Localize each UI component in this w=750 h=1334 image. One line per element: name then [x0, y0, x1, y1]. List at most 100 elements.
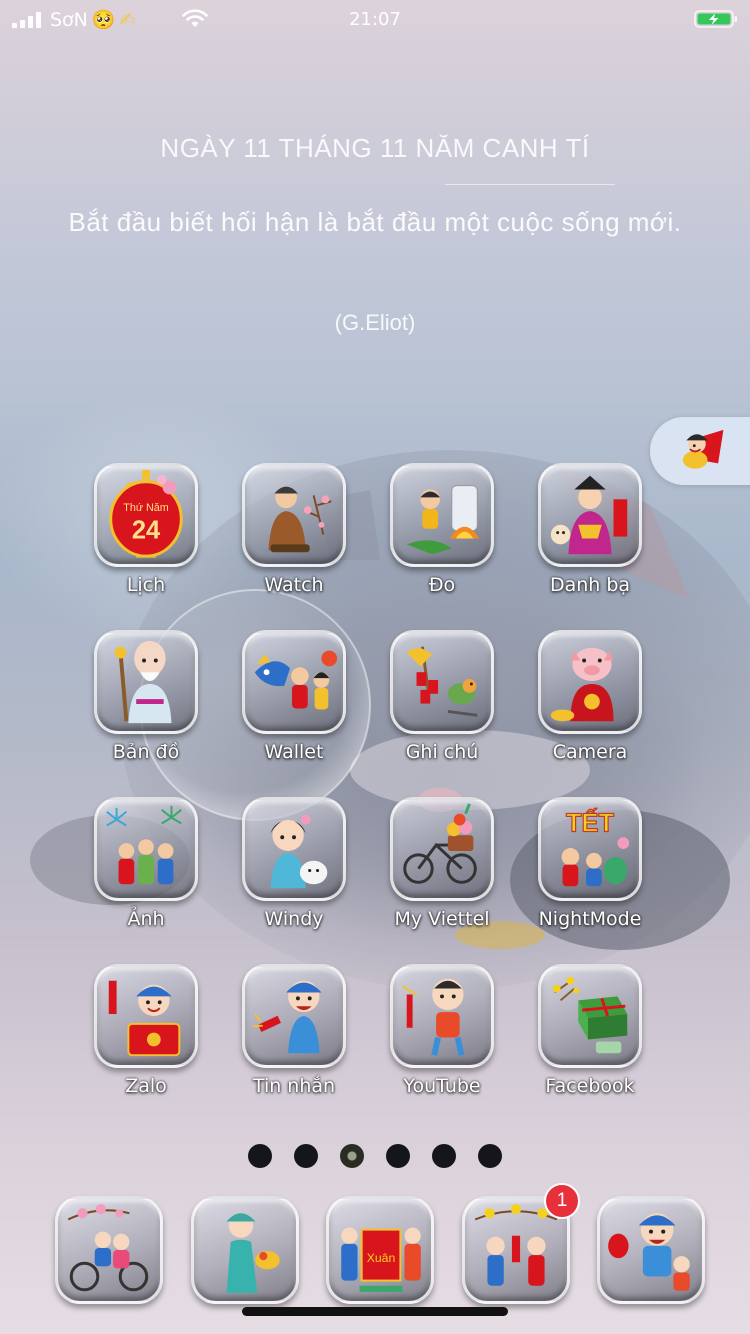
app-label: Facebook: [545, 1075, 635, 1097]
app-tile[interactable]: [390, 964, 494, 1068]
app-ban-do[interactable]: Bản đồ: [72, 630, 220, 797]
svg-text:TẾT: TẾT: [566, 808, 615, 837]
app-tile[interactable]: [94, 964, 198, 1068]
page-dot[interactable]: [432, 1144, 456, 1168]
app-tin-nhan[interactable]: Tin nhắn: [220, 964, 368, 1131]
app-tile[interactable]: [242, 463, 346, 567]
lunar-date-text: NGÀY 11 THÁNG 11 NĂM CANH TÍ: [160, 133, 590, 163]
couple-bicycle-icon: [67, 1204, 149, 1292]
app-windy[interactable]: Windy: [220, 797, 368, 964]
app-tile[interactable]: [390, 797, 494, 901]
app-grid: Thứ Năm 24 Lịch Watch Đo Danh bạ Bản đồ …: [72, 463, 678, 1131]
girl-ao-dai-icon: [226, 1213, 280, 1293]
pig-money-bag-icon: [550, 647, 614, 722]
app-facebook[interactable]: Facebook: [516, 964, 664, 1131]
tet-banner-icon: TẾT: [561, 808, 630, 887]
pleading-face-emoji: 🥺: [91, 9, 116, 31]
calendar-day: 24: [132, 517, 161, 545]
app-nightmode[interactable]: TẾT NightMode: [516, 797, 664, 964]
app-tile[interactable]: [538, 964, 642, 1068]
app-label: YouTube: [403, 1075, 481, 1097]
kitchen-god-icon: [550, 475, 628, 555]
app-anh[interactable]: Ảnh: [72, 797, 220, 964]
app-label: Ghi chú: [405, 741, 479, 763]
app-tile[interactable]: [94, 630, 198, 734]
app-label: Windy: [264, 908, 324, 930]
dock-app-5[interactable]: [597, 1196, 705, 1304]
app-tile[interactable]: [242, 964, 346, 1068]
app-label: Zalo: [125, 1075, 167, 1097]
old-man-peach-blossom-icon: [268, 486, 332, 553]
page-dot[interactable]: [294, 1144, 318, 1168]
app-tile[interactable]: [538, 463, 642, 567]
app-lich[interactable]: Thứ Năm 24 Lịch: [72, 463, 220, 630]
calendar-weekday: Thứ Năm: [123, 502, 169, 514]
red-lantern-calendar-icon: Thứ Năm 24: [109, 469, 183, 558]
flower-bicycle-icon: [403, 803, 477, 884]
app-youtube[interactable]: YouTube: [368, 964, 516, 1131]
longevity-god-icon: [114, 640, 172, 724]
page-dot[interactable]: [386, 1144, 410, 1168]
app-label: My Viettel: [394, 908, 490, 930]
cellular-signal-icon: [12, 12, 41, 28]
app-label: Tin nhắn: [252, 1075, 336, 1097]
app-label: Bản đồ: [112, 741, 180, 763]
app-tile[interactable]: [390, 463, 494, 567]
app-tile[interactable]: Thứ Năm 24: [94, 463, 198, 567]
app-label: Lịch: [126, 574, 166, 596]
carrier-name: SơN 🥺 ✍: [50, 8, 136, 32]
app-label: Watch: [264, 574, 324, 596]
app-tile[interactable]: TẾT: [538, 797, 642, 901]
app-label: Ảnh: [127, 908, 165, 930]
app-tile[interactable]: [390, 630, 494, 734]
family-lantern-icon: [608, 1213, 690, 1291]
dock: Xuân: [55, 1196, 705, 1306]
page-indicator[interactable]: [0, 1144, 750, 1170]
app-tile[interactable]: [94, 797, 198, 901]
god-of-wealth-icon: [682, 429, 724, 469]
notification-badge: 1: [544, 1183, 580, 1219]
battery-charging-icon: [694, 10, 737, 28]
widget-divider: [445, 184, 615, 185]
app-label: Đo: [428, 574, 456, 596]
dock-app-3[interactable]: Xuân: [326, 1196, 434, 1304]
app-label: NightMode: [538, 908, 642, 930]
status-time: 21:07: [349, 9, 401, 30]
dock-app-2[interactable]: [190, 1196, 299, 1304]
page-dot-active[interactable]: [340, 1144, 364, 1168]
app-do[interactable]: Đo: [368, 463, 516, 630]
kid-firecracker-icon: [402, 978, 465, 1056]
app-tile[interactable]: [242, 630, 346, 734]
boy-cooking-pot-icon: [406, 485, 480, 555]
app-ghi-chu[interactable]: Ghi chú: [368, 630, 516, 797]
app-camera[interactable]: Camera: [516, 630, 664, 797]
app-label: Danh bạ: [549, 574, 631, 596]
wifi-icon: [182, 9, 208, 27]
home-indicator[interactable]: [242, 1307, 508, 1316]
page-dot[interactable]: [248, 1144, 272, 1168]
banh-chung-icon: [552, 976, 628, 1054]
boy-firecracker-icon: [252, 980, 322, 1054]
status-bar: SơN 🥺 ✍ 21:07: [0, 0, 750, 40]
writing-hand-emoji: ✍: [119, 9, 136, 31]
quote-author: (G.Eliot): [334, 310, 416, 335]
app-label: Camera: [552, 741, 628, 763]
app-label: Wallet: [264, 741, 324, 763]
app-my-viettel[interactable]: My Viettel: [368, 797, 516, 964]
app-watch[interactable]: Watch: [220, 463, 368, 630]
app-zalo[interactable]: Zalo: [72, 964, 220, 1131]
couple-red-card-icon: Xuân: [341, 1227, 421, 1292]
boy-red-envelope-icon: [108, 980, 181, 1057]
app-tile[interactable]: [242, 797, 346, 901]
lion-dance-kids-icon: [254, 650, 338, 710]
carrier-label: SơN: [50, 9, 88, 31]
girl-with-puppy-icon: [270, 814, 328, 889]
app-wallet[interactable]: Wallet: [220, 630, 368, 797]
page-dot[interactable]: [478, 1144, 502, 1168]
firecracker-bird-icon: [406, 646, 478, 717]
app-danh-ba[interactable]: Danh bạ: [516, 463, 664, 630]
app-tile[interactable]: [538, 630, 642, 734]
family-fireworks-icon: [106, 805, 182, 885]
dock-app-1[interactable]: [55, 1196, 163, 1304]
quote-text: Bắt đầu biết hối hận là bắt đầu một cuộc…: [68, 207, 682, 237]
